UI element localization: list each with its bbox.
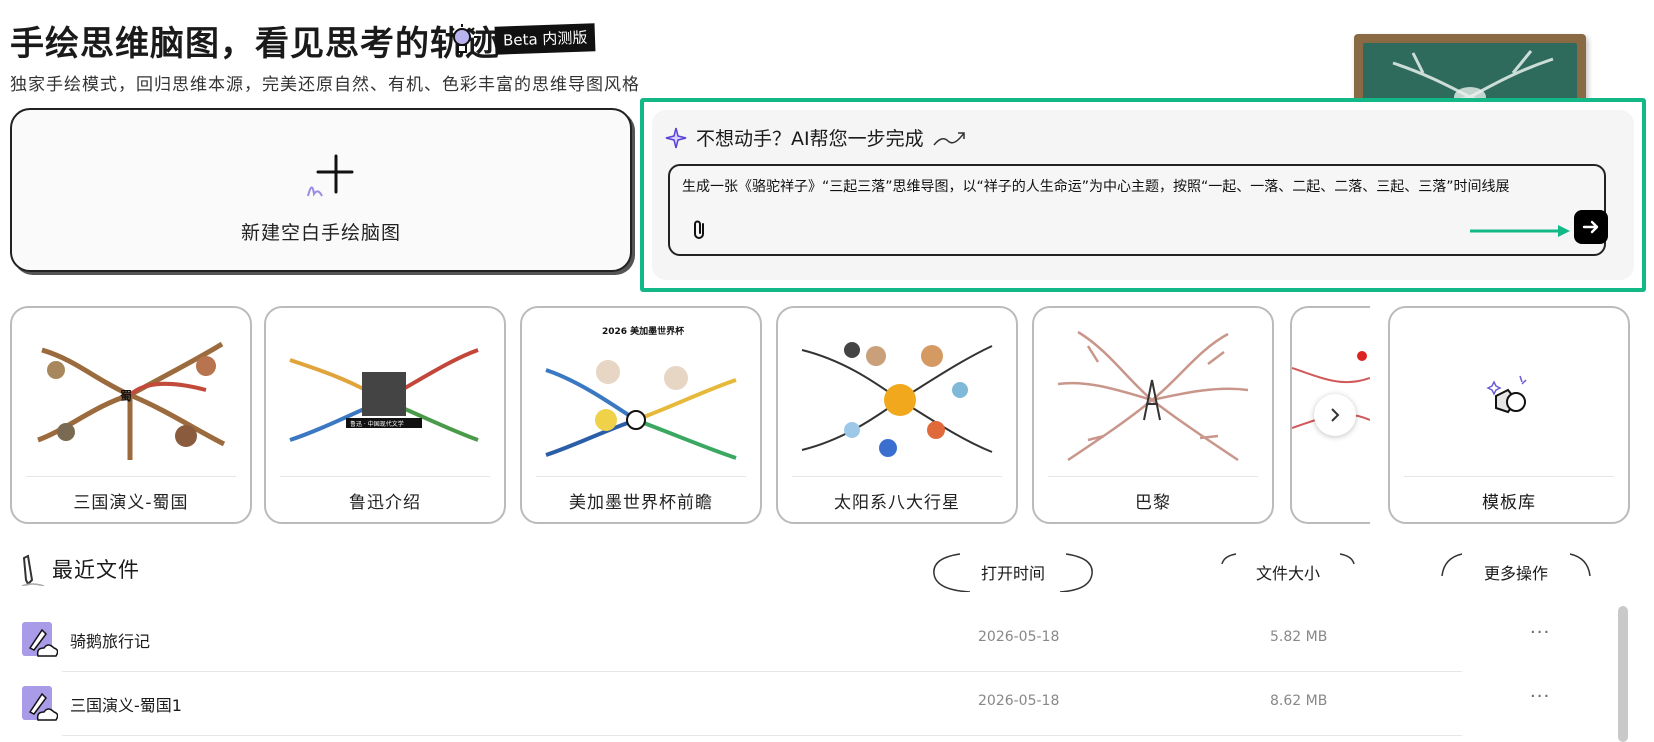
ai-prompt-text[interactable]: 生成一张《骆驼祥子》“三起三落”思维导图，以“祥子的人生命运”为中心主题，按照“… [682, 176, 1592, 196]
more-actions-header[interactable]: 更多操作 [1438, 552, 1594, 592]
template-card-worldcup[interactable]: 2026 美加墨世界杯 美加墨世界杯前瞻 [520, 306, 762, 524]
template-label: 巴黎 [1135, 493, 1171, 513]
file-name[interactable]: 骑鹅旅行记 [70, 628, 150, 652]
file-date: 2026-05-18 [978, 693, 1060, 709]
file-row[interactable]: 骑鹅旅行记 2026-05-18 5.82 MB ··· [20, 608, 1549, 672]
file-name[interactable]: 三国演义-蜀国1 [70, 692, 182, 716]
sparkle-icon [665, 127, 687, 148]
carousel-next-button[interactable] [1314, 394, 1356, 436]
mindmap-thumbnail [801, 342, 993, 457]
arrow-right-icon [1582, 220, 1599, 234]
template-card-paris[interactable]: 巴黎 [1032, 306, 1274, 524]
swirl-arrow-icon [933, 131, 965, 145]
col-more: 更多操作 [1483, 564, 1548, 583]
green-pointer-arrow [1470, 225, 1570, 237]
template-card-solar-system[interactable]: 太阳系八大行星 [776, 306, 1018, 524]
ai-generate-panel: 不想动手？AI帮您一步完成 生成一张《骆驼祥子》“三起三落”思维导图，以“祥子的… [640, 98, 1646, 292]
template-library-icon [1486, 375, 1527, 414]
new-blank-label: 新建空白手绘脑图 [240, 222, 401, 244]
template-label: 三国演义-蜀国 [73, 493, 189, 513]
scrollbar-thumb[interactable] [1618, 606, 1628, 742]
more-options-button[interactable]: ··· [1530, 686, 1550, 707]
mindmap-thumbnail: 蜀 [37, 341, 226, 460]
template-label: 鲁迅介绍 [349, 493, 421, 513]
template-library-card[interactable]: 模板库 [1388, 306, 1630, 524]
template-library-label: 模板库 [1482, 493, 1536, 513]
file-row[interactable]: 三国演义-蜀国1 2026-05-18 8.62 MB ··· [20, 672, 1549, 736]
recent-title: 最近文件 [52, 558, 140, 582]
svg-text:蜀: 蜀 [120, 389, 132, 403]
pencil-icon [21, 554, 45, 586]
attachment-icon[interactable] [690, 218, 710, 242]
template-label: 美加墨世界杯前瞻 [569, 493, 713, 513]
beta-badge: Beta 内测版 [494, 23, 596, 55]
mindmap-file-icon [22, 686, 58, 721]
svg-text:2026 美加墨世界杯: 2026 美加墨世界杯 [602, 325, 685, 337]
sort-size-button[interactable]: 文件大小 [1218, 552, 1358, 592]
file-date: 2026-05-18 [978, 629, 1060, 645]
mindmap-thumbnail: 鲁迅 · 中国现代文学 [289, 348, 479, 442]
ai-prompt-input[interactable]: 生成一张《骆驼祥子》“三起三落”思维导图，以“祥子的人生命运”为中心主题，按照“… [668, 164, 1608, 256]
file-size: 5.82 MB [1270, 629, 1328, 645]
page-subtitle: 独家手绘模式，回归思维本源，完美还原自然、有机、色彩丰富的思维导图风格 [10, 75, 640, 95]
chevron-right-icon [1331, 408, 1340, 422]
svg-text:鲁迅 · 中国现代文学: 鲁迅 · 中国现代文学 [350, 420, 404, 428]
recent-files-heading: 最近文件 [20, 552, 140, 586]
send-button[interactable] [1574, 210, 1608, 244]
more-options-button[interactable]: ··· [1530, 622, 1550, 643]
template-label: 太阳系八大行星 [834, 493, 960, 513]
new-blank-mindmap-card[interactable]: 新建空白手绘脑图 [10, 108, 632, 272]
col-size: 文件大小 [1255, 564, 1320, 583]
plus-icon [307, 154, 354, 197]
mindmap-thumbnail: 2026 美加墨世界杯 [545, 325, 737, 460]
page-title: 手绘思维脑图，看见思考的轨迹 [10, 24, 500, 64]
template-card-sanguo[interactable]: 蜀 三国演义-蜀国 [10, 306, 252, 524]
mindmap-file-icon [22, 622, 58, 657]
sort-open-time-button[interactable]: 打开时间 [930, 552, 1096, 592]
col-open-time: 打开时间 [980, 564, 1045, 583]
template-card-luxun[interactable]: 鲁迅 · 中国现代文学 鲁迅介绍 [264, 306, 506, 524]
file-size: 8.62 MB [1270, 693, 1328, 709]
lightbulb-icon [450, 24, 478, 53]
ai-heading: 不想动手？AI帮您一步完成 [696, 128, 924, 150]
mindmap-thumbnail [1057, 330, 1249, 462]
